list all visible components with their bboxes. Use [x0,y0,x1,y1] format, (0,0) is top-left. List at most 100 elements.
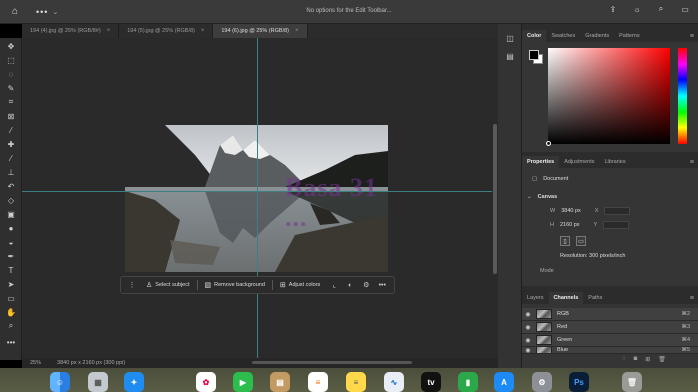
height-value[interactable]: 2160 px [560,222,580,228]
facetime-icon[interactable]: ▶ [233,372,253,392]
gradient-icon[interactable]: ▣ [3,208,19,220]
tab-paths[interactable]: Paths [583,292,607,304]
x-field[interactable] [604,207,631,215]
safari-icon[interactable]: ✦ [124,372,144,392]
eye-icon[interactable]: ◉ [522,324,534,331]
width-value[interactable]: 3840 px [561,208,581,214]
eye-icon[interactable]: ◉ [522,311,534,318]
blur-icon[interactable]: ● [3,222,19,234]
eye-icon[interactable]: ◉ [522,337,534,344]
close-icon[interactable]: × [107,28,111,34]
quick-select-icon[interactable]: ✎ [3,82,19,94]
drag-handle-icon[interactable]: ⋮ [125,278,139,292]
tab-gradients[interactable]: Gradients [580,30,614,42]
eraser-icon[interactable]: ◇ [3,194,19,206]
foreground-color-swatch[interactable] [529,50,539,60]
canvas-area[interactable]: Ваsa 31 ... ⋮ ♙ Select subject ▧ Remove ba… [22,38,492,358]
comment-icon[interactable]: ▤ [503,50,517,62]
photos-icon[interactable]: ✿ [196,372,216,392]
rectangle-icon[interactable]: ▭ [3,292,19,304]
history-icon[interactable]: ◫ [503,32,517,44]
brush-icon[interactable]: ⁄ [3,152,19,164]
pen-icon[interactable]: ✒ [3,250,19,262]
tab-channels[interactable]: Channels [548,292,584,304]
remove-background-button[interactable]: ▧ Remove background [200,278,270,292]
close-icon[interactable]: × [201,28,205,34]
canvas-section-header[interactable]: ⌄ Canvas [527,194,557,200]
panel-menu-icon[interactable]: ≡ [690,33,694,40]
load-selection-icon[interactable]: ◌ [622,356,626,363]
tab-layers[interactable]: Layers [522,292,549,304]
artboard-icon[interactable]: ⬚ [3,54,19,66]
tab-properties[interactable]: Properties [522,156,560,168]
document-tab-active[interactable]: 194 (6).jpg @ 25% (RGB/8) × [213,24,308,38]
document-tab[interactable]: 194 (4).jpg @ 25% (RGB/8#) × [22,24,120,38]
color-picker-field[interactable] [546,48,670,146]
menu-dots-button[interactable]: ••• [36,7,48,17]
transform-icon[interactable]: ⌞ [327,278,341,292]
new-channel-icon[interactable]: ⊞ [645,356,650,363]
more-tools-icon[interactable]: ••• [3,336,19,348]
apple-tv-icon[interactable]: tv [421,372,441,392]
notes-app-icon[interactable]: ▤ [270,372,290,392]
hue-slider[interactable] [678,48,687,144]
launchpad-icon[interactable]: ▦ [88,372,108,392]
panel-menu-icon[interactable]: ≡ [690,295,694,302]
lightbulb-icon[interactable]: ☼ [630,5,644,14]
save-selection-icon[interactable]: ◙ [634,356,638,363]
share-icon[interactable]: ⇪ [606,5,620,14]
eyedropper-icon[interactable]: ⁄ [3,124,19,136]
landscape-icon[interactable]: ▭ [576,236,586,246]
channel-row[interactable]: ◉ Blue ⌘5 [522,347,698,354]
tab-swatches[interactable]: Swatches [546,30,580,42]
path-select-icon[interactable]: ➤ [3,278,19,290]
home-icon[interactable]: ⌂ [6,3,24,21]
type-icon[interactable]: T [3,264,19,276]
photoshop-icon[interactable]: Ps [569,372,589,392]
notes-icon[interactable]: ≡ [346,372,366,392]
frame-icon[interactable]: ⊠ [3,110,19,122]
dodge-icon[interactable]: ◒ [3,236,19,248]
zoom-icon[interactable]: ⌕ [3,320,19,332]
zoom-level[interactable]: 25% [30,360,41,366]
select-subject-button[interactable]: ♙ Select subject [141,278,195,292]
trash-icon[interactable]: 🗑 [622,372,642,392]
freeform-icon[interactable]: ∿ [384,372,404,392]
vertical-guide[interactable] [257,38,258,358]
y-field[interactable] [603,221,630,229]
eye-icon[interactable]: ◉ [522,347,534,354]
panel-menu-icon[interactable]: ≡ [690,159,694,166]
numbers-icon[interactable]: ▮ [458,372,478,392]
app-store-icon[interactable]: A [494,372,514,392]
channel-row[interactable]: ◉ RGB ⌘2 [522,308,698,321]
crop-icon[interactable]: ⌗ [3,96,19,108]
search-icon[interactable]: ⌕ [654,4,668,14]
channel-row[interactable]: ◉ Green ⌘4 [522,334,698,347]
move-icon[interactable]: ✥ [3,40,19,52]
adjust-colors-button[interactable]: ⊞ Adjust colors [275,278,325,292]
portrait-icon[interactable]: ▯ [560,236,570,246]
channel-row[interactable]: ◉ Red ⌘3 [522,321,698,334]
system-settings-icon[interactable]: ⚙ [532,372,552,392]
tab-libraries[interactable]: Libraries [599,156,630,168]
close-icon[interactable]: × [295,28,299,34]
history-brush-icon[interactable]: ↶ [3,180,19,192]
horizontal-scrollbar-thumb[interactable] [252,361,412,364]
stamp-icon[interactable]: ⊥ [3,166,19,178]
scrollbar-thumb[interactable] [493,124,497,274]
tab-adjustments[interactable]: Adjustments [559,156,599,168]
tab-patterns[interactable]: Patterns [614,30,644,42]
effects-icon[interactable]: ⚙ [359,278,373,292]
finder-icon[interactable]: ☺ [50,372,70,392]
delete-channel-icon[interactable]: 🗑 [658,356,666,363]
hand-icon[interactable]: ✋ [3,306,19,318]
document-tab[interactable]: 194 (5).jpg @ 25% (RGB/8) × [119,24,214,38]
contrast-icon[interactable]: ◐ [343,278,357,292]
lasso-icon[interactable]: ◌ [3,68,19,80]
tab-color[interactable]: Color [522,30,547,42]
spot-heal-icon[interactable]: ✚ [3,138,19,150]
reminders-icon[interactable]: ≡ [308,372,328,392]
more-options-button[interactable]: ••• [375,278,389,292]
workspace-icon[interactable]: ▭ [678,5,692,14]
chevron-down-icon[interactable]: ⌄ [52,8,58,16]
